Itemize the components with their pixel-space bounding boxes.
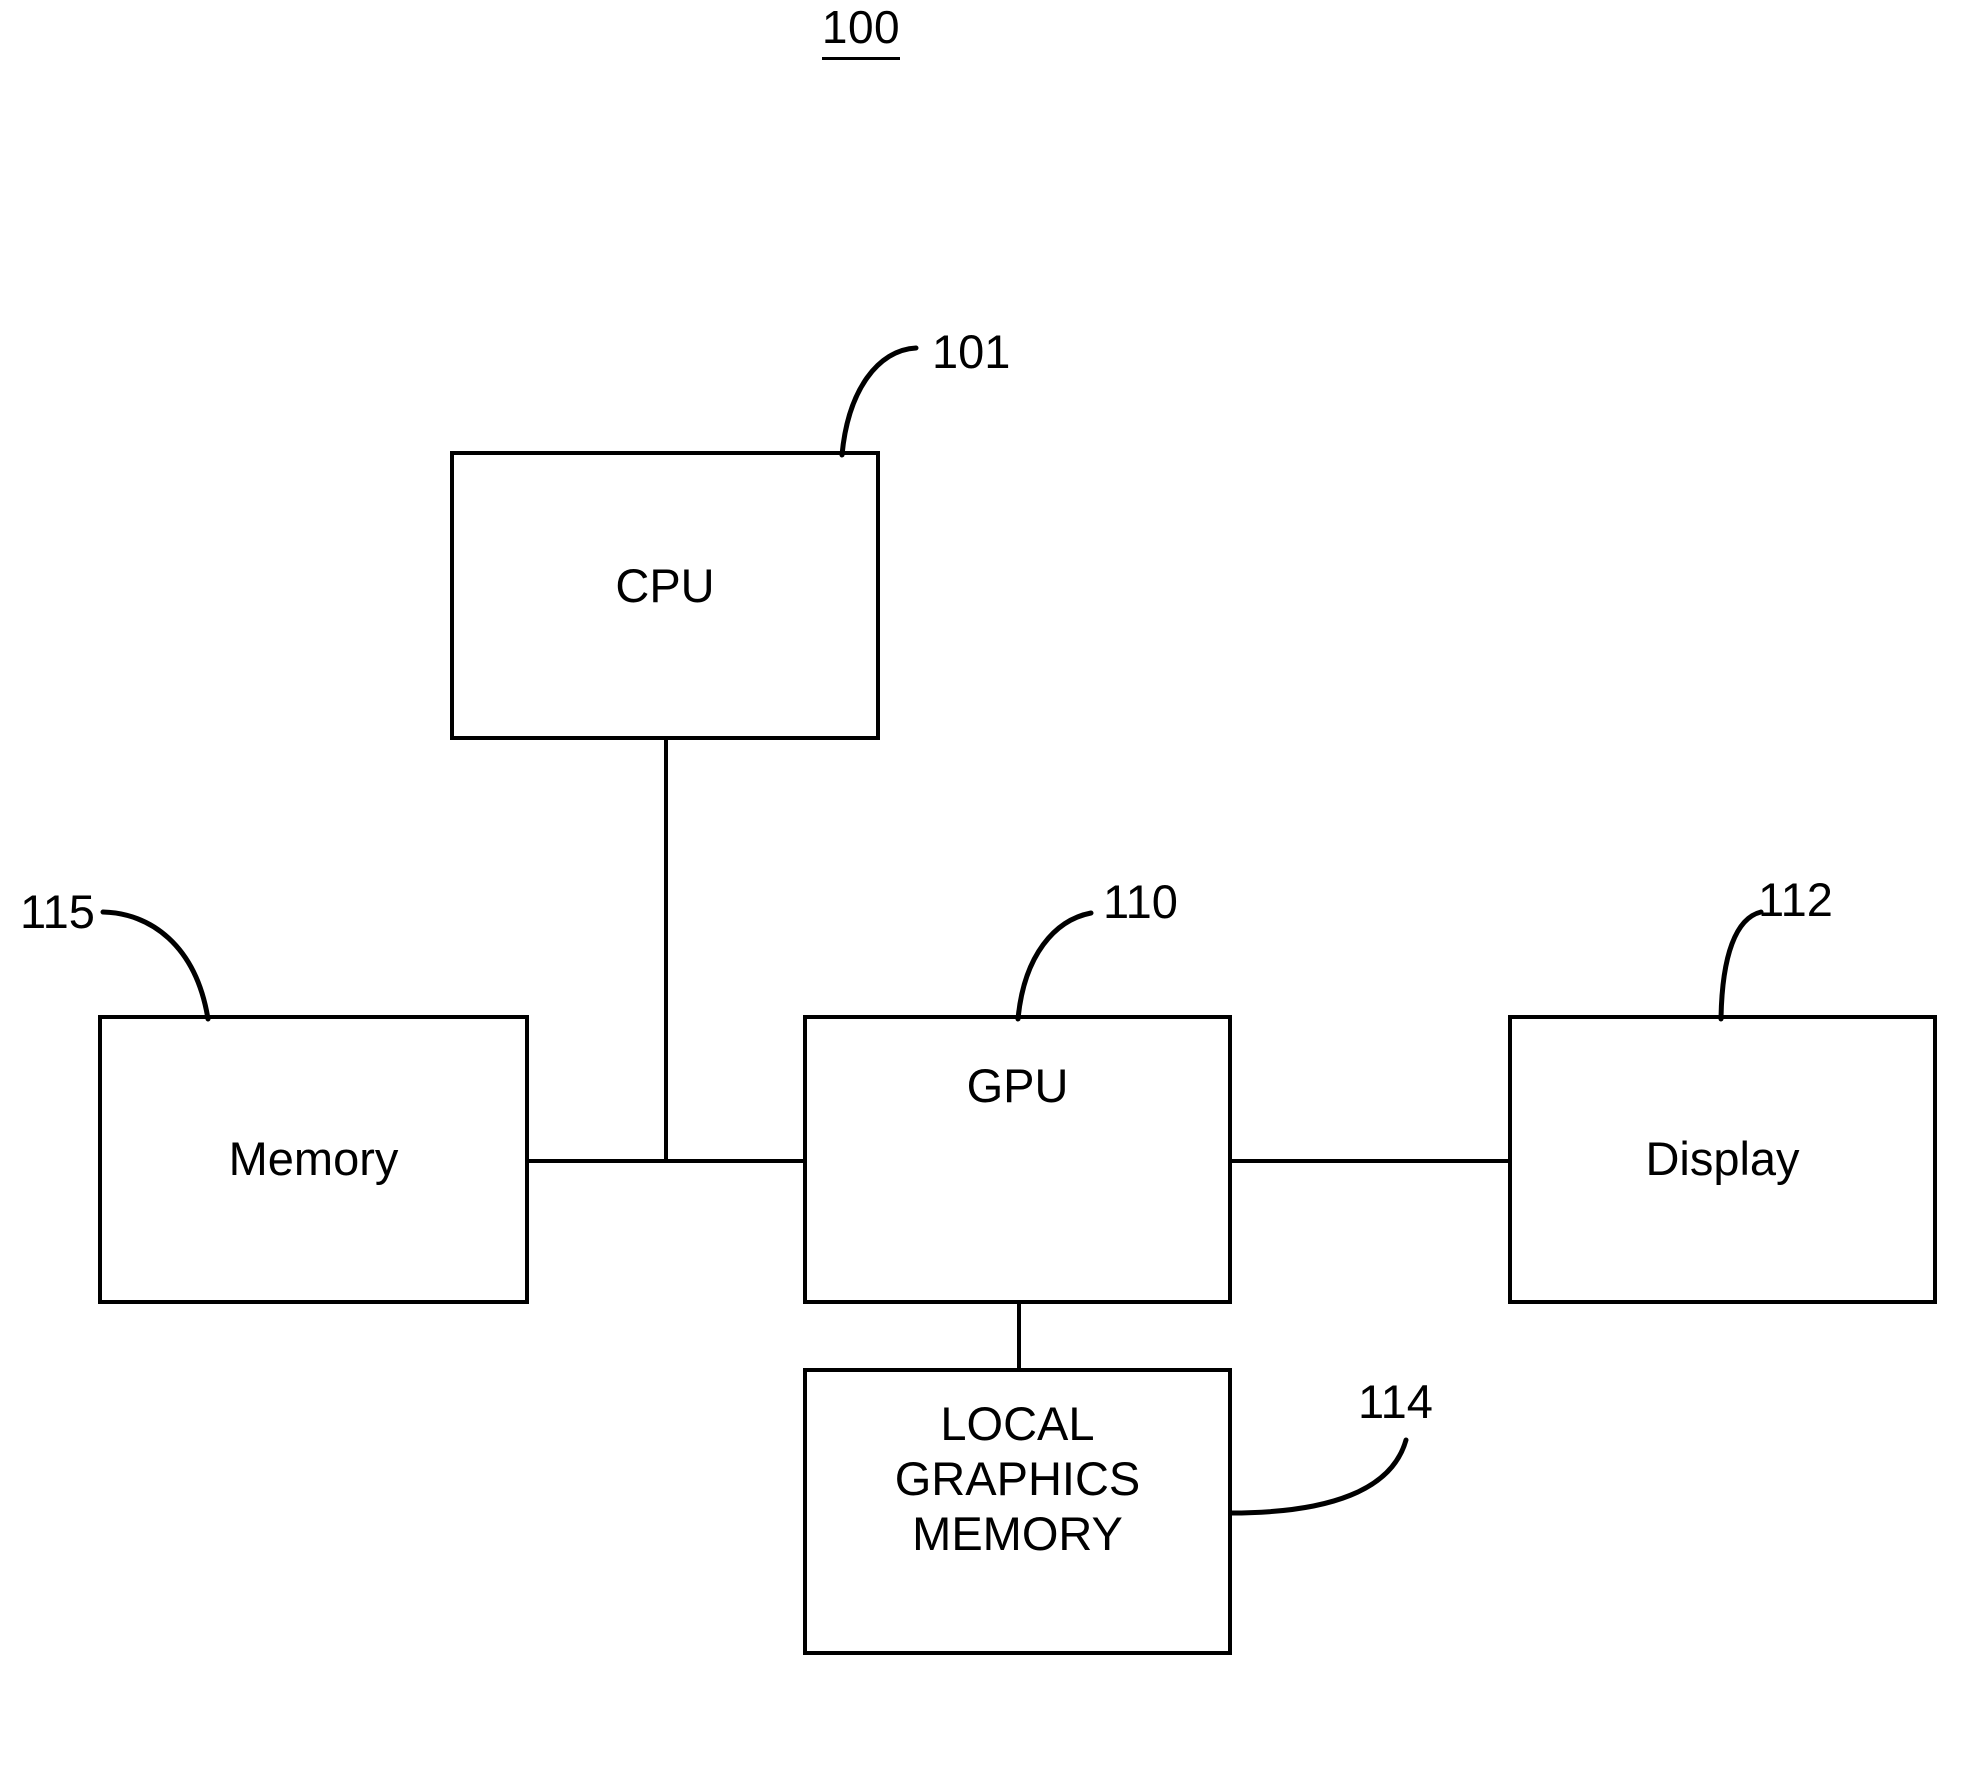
figure-canvas: 100 CPU Memory GPU Display LOCAL GRAPHIC… — [0, 0, 1962, 1777]
block-label-local-graphics-memory: LOCAL GRAPHICS MEMORY — [894, 1397, 1141, 1560]
leader-line-110 — [1015, 910, 1094, 1022]
leader-line-101 — [839, 345, 919, 458]
reference-numeral-115: 115 — [20, 885, 95, 938]
block-label-gpu: GPU — [966, 1059, 1069, 1112]
leader-line-115 — [100, 909, 211, 1022]
reference-numeral-110: 110 — [1103, 875, 1178, 928]
block-label-cpu: CPU — [615, 559, 715, 612]
reference-numeral-112: 112 — [1758, 873, 1833, 926]
leader-line-114 — [1228, 1437, 1409, 1516]
leader-line-112 — [1718, 909, 1764, 1022]
reference-numeral-114: 114 — [1358, 1375, 1433, 1428]
block-label-memory: Memory — [228, 1132, 399, 1185]
block-label-display: Display — [1645, 1132, 1800, 1185]
reference-numeral-101: 101 — [932, 325, 1011, 378]
